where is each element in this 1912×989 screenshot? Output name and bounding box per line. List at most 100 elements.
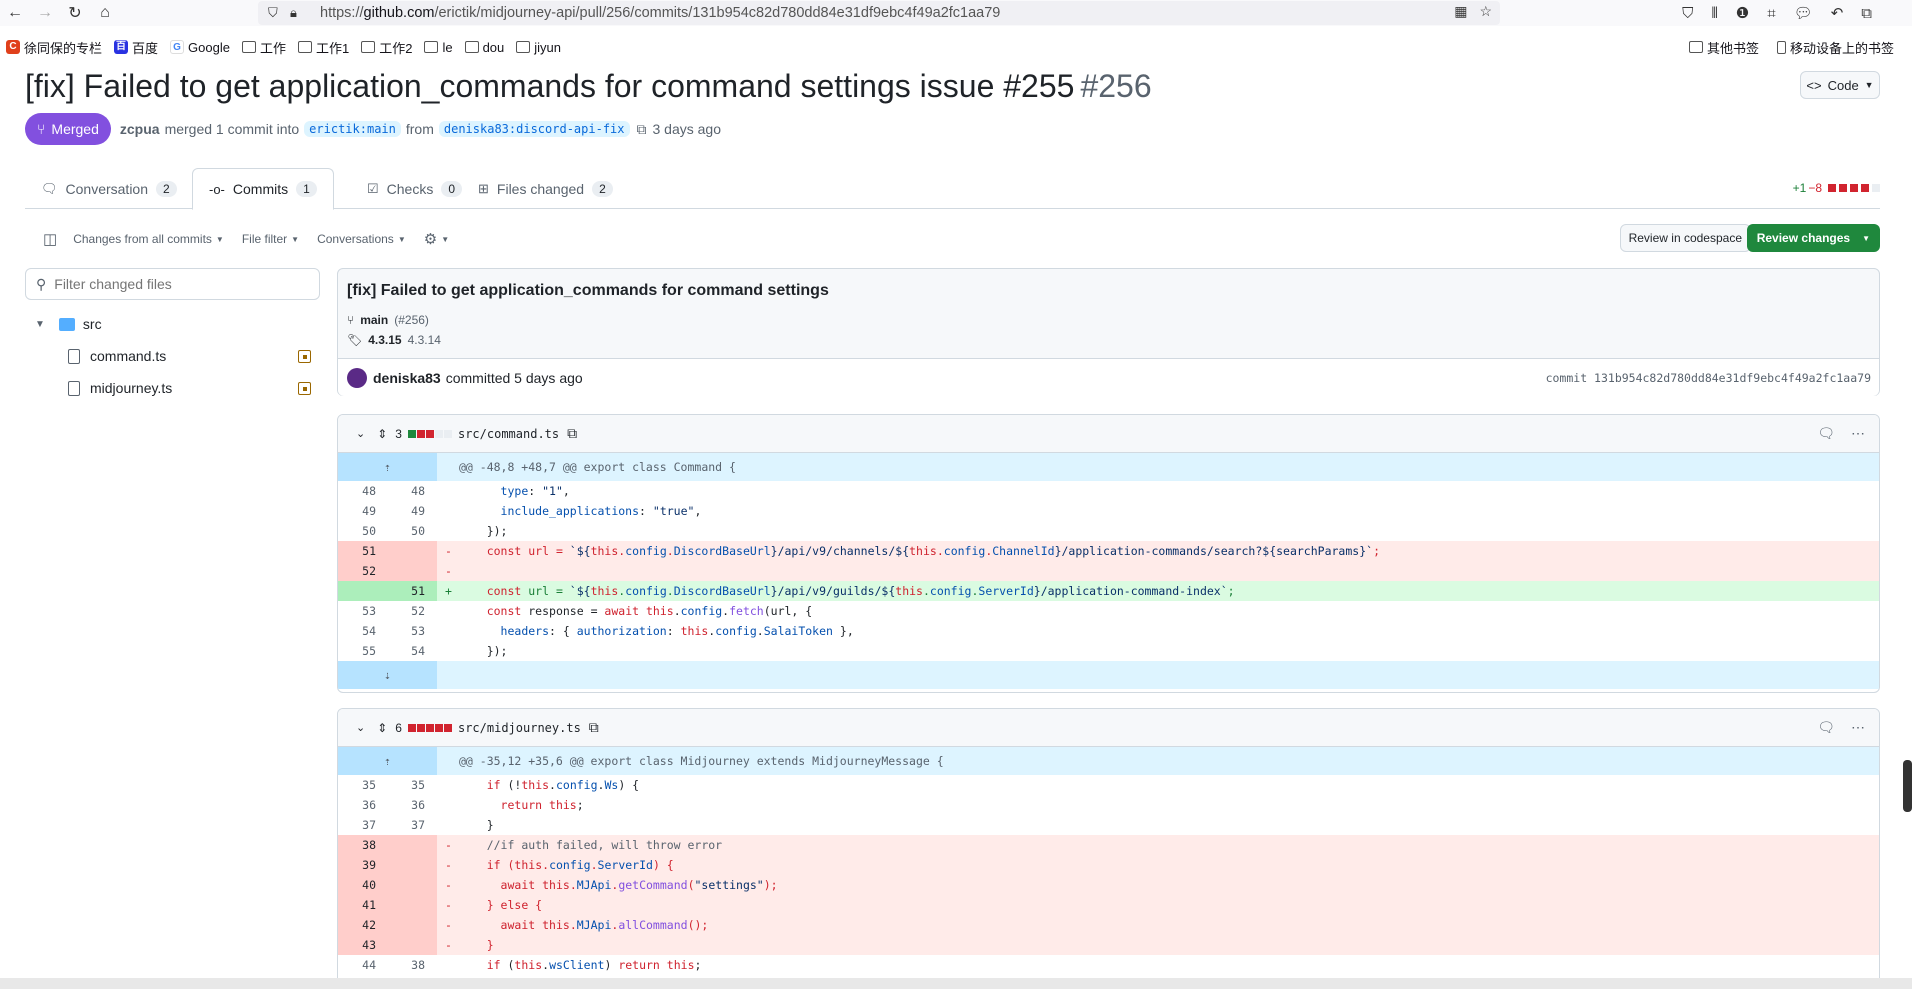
expand-down-icon[interactable]: ⇣ <box>338 661 437 689</box>
bookmark-folder[interactable]: jiyun <box>516 40 561 55</box>
qr-code-icon[interactable]: ▦ <box>1454 3 1467 20</box>
tab-conversation[interactable]: 🗨︎ Conversation 2 <box>25 168 193 209</box>
copy-icon[interactable]: ⧉ <box>637 121 647 138</box>
expand-all-icon[interactable]: ⇕ <box>377 721 387 735</box>
changes-from-dropdown[interactable]: Changes from all commits ▼ <box>73 232 224 246</box>
commit-author-link[interactable]: deniska83 <box>373 370 441 386</box>
review-in-codespace-button[interactable]: Review in codespace <box>1619 224 1751 252</box>
undo-icon[interactable]: ↶ <box>1831 4 1844 22</box>
bookmark-item[interactable]: 百百度 <box>114 38 158 57</box>
diff-line: 35 35 if (!this.config.Ws) { <box>362 778 640 792</box>
pr-meta: ⑂ Merged zcpua merged 1 commit into erict… <box>25 113 721 145</box>
lock-icon[interactable]: 🔒︎ <box>290 5 312 21</box>
tab-checks[interactable]: ☑ Checks 0 <box>351 168 478 209</box>
library-icon[interactable]: ⫴ <box>1711 5 1717 22</box>
diff-line: 37 37 } <box>362 818 494 832</box>
code-icon: <> <box>1806 77 1822 93</box>
home-icon[interactable]: ⌂ <box>90 0 120 26</box>
diff-toolbar: ◫ Changes from all commits ▼ File filter ▼… <box>25 224 1880 254</box>
commit-tags: 🏷︎ 4.3.15 4.3.14 <box>347 333 441 347</box>
extensions-icon[interactable]: ⧉ <box>1861 5 1872 22</box>
mobile-bookmarks[interactable]: 移动设备上的书签 <box>1776 38 1894 57</box>
avatar[interactable] <box>347 367 367 388</box>
tag-icon: 🏷︎ <box>347 333 363 347</box>
tree-file-midjourney[interactable]: midjourney.ts <box>68 380 318 396</box>
copy-icon[interactable]: ⧉ <box>589 719 599 736</box>
bookmark-item[interactable]: C 徐同保的专栏 <box>6 38 102 57</box>
filter-files-input[interactable]: ⚲ <box>25 268 320 300</box>
kebab-menu-icon[interactable]: ⋯ <box>1851 719 1865 736</box>
bookmark-star-icon[interactable]: ☆ <box>1479 3 1492 20</box>
address-bar[interactable]: ⛉ 🔒︎ https://github.com/erictik/midjourn… <box>258 1 1500 25</box>
conversations-dropdown[interactable]: Conversations ▼ <box>317 232 406 246</box>
tab-counter: 0 <box>441 180 463 197</box>
reload-icon[interactable]: ↻ <box>60 0 90 26</box>
file-modified-icon <box>298 350 311 363</box>
expand-up-icon[interactable]: ⇡ <box>338 453 437 481</box>
commit-title: [fix] Failed to get application_commands… <box>347 282 829 299</box>
other-bookmarks[interactable]: 其他书签 <box>1688 38 1759 57</box>
author-link[interactable]: zcpua <box>120 121 160 137</box>
tag-link[interactable]: 4.3.15 <box>368 333 401 347</box>
diff-file: ⌄ ⇕ 6 src/midjourney.ts ⧉ 🗨︎ ⋯ ⇡ @@ -35,12… <box>337 708 1880 989</box>
review-changes-button[interactable]: Review changes ▼ <box>1746 224 1880 252</box>
diff-line-deleted: 40- await this.MJApi.getCommand("setting… <box>338 875 1879 895</box>
bookmark-folder[interactable]: 工作2 <box>361 38 412 57</box>
diff-file: ⌄ ⇕ 3 src/command.ts ⧉ 🗨︎ ⋯ ⇡ @@ -48,8 +48… <box>337 414 1880 693</box>
pr-ref-link[interactable]: (#256) <box>394 313 429 327</box>
back-icon[interactable]: ← <box>0 0 30 26</box>
bookmark-folder[interactable]: dou <box>464 40 504 55</box>
chevron-down-icon[interactable]: ⌄ <box>356 427 365 440</box>
bookmark-folder[interactable]: 工作 <box>241 38 286 57</box>
google-icon: G <box>170 40 185 54</box>
comment-icon[interactable]: 🗨︎ <box>1817 719 1835 736</box>
url-text[interactable]: https://github.com/erictik/midjourney-ap… <box>320 5 1000 21</box>
file-name[interactable]: src/midjourney.ts <box>458 721 581 735</box>
chat-icon[interactable]: 💬︎ <box>1794 4 1813 22</box>
scrollbar[interactable] <box>1903 760 1912 812</box>
caret-down-icon: ▼ <box>291 234 300 244</box>
commit-branch: ⑂ main (#256) <box>347 313 429 327</box>
settings-dropdown[interactable]: ⚙ ▼ <box>424 230 449 248</box>
file-name[interactable]: src/command.ts <box>458 427 559 441</box>
tab-commits[interactable]: -o- Commits 1 <box>192 168 334 210</box>
pocket-icon[interactable]: ⛉ <box>1682 5 1693 22</box>
chevron-down-icon[interactable]: ⌄ <box>356 721 365 734</box>
expand-all-icon[interactable]: ⇕ <box>377 427 387 441</box>
extension-badge-icon[interactable]: ❶ <box>1736 4 1749 22</box>
base-branch[interactable]: erictik:main <box>304 121 401 137</box>
diff-line-added: 51 + const url = `${this.config.DiscordBa… <box>338 581 1879 601</box>
checklist-icon: ☑ <box>367 180 379 196</box>
expand-up-icon[interactable]: ⇡ <box>338 747 437 775</box>
head-branch[interactable]: deniska83:discord-api-fix <box>438 121 630 137</box>
change-count: 3 <box>395 426 402 441</box>
page-title: [fix] Failed to get application_commands… <box>25 68 1152 104</box>
bookmark-folder[interactable]: le <box>424 40 453 55</box>
shield-icon[interactable]: ⛉ <box>268 5 290 21</box>
commit-author-row: deniska83 committed 5 days ago commit 13… <box>338 358 1879 396</box>
tree-file-command[interactable]: command.ts <box>68 348 318 364</box>
copy-icon[interactable]: ⧉ <box>567 425 577 442</box>
forward-icon[interactable]: → <box>30 0 60 26</box>
commit-sha[interactable]: commit 131b954c82d780dd84e31df9ebc4f49a2… <box>1546 371 1871 385</box>
file-filter-dropdown[interactable]: File filter ▼ <box>242 232 299 246</box>
branch-link[interactable]: main <box>360 313 388 327</box>
csdn-icon: C <box>6 40 20 54</box>
tab-counter: 2 <box>156 180 177 197</box>
bookmark-folder[interactable]: 工作1 <box>297 38 349 57</box>
bookmark-item[interactable]: G Google <box>170 40 230 55</box>
expand-row: ⇣ <box>338 661 1879 689</box>
tab-files-changed[interactable]: ⊞ Files changed 2 <box>462 168 629 209</box>
file-diff-icon: ⊞ <box>478 180 489 196</box>
file-header: ⌄ ⇕ 6 src/midjourney.ts ⧉ 🗨︎ ⋯ <box>338 709 1879 747</box>
diff-line: 49 49 include_applications: "true", <box>362 504 702 518</box>
code-button[interactable]: <> Code ▼ <box>1800 71 1880 99</box>
kebab-menu-icon[interactable]: ⋯ <box>1851 425 1865 442</box>
crop-icon[interactable]: ⌗ <box>1767 5 1775 22</box>
filter-input[interactable] <box>54 276 295 292</box>
chevron-down-icon: ▼ <box>35 318 45 330</box>
toggle-file-tree-icon[interactable]: ◫ <box>43 230 57 248</box>
tree-folder-src[interactable]: ▼ src <box>35 316 102 332</box>
tag-link[interactable]: 4.3.14 <box>408 333 441 347</box>
comment-icon[interactable]: 🗨︎ <box>1817 425 1835 442</box>
